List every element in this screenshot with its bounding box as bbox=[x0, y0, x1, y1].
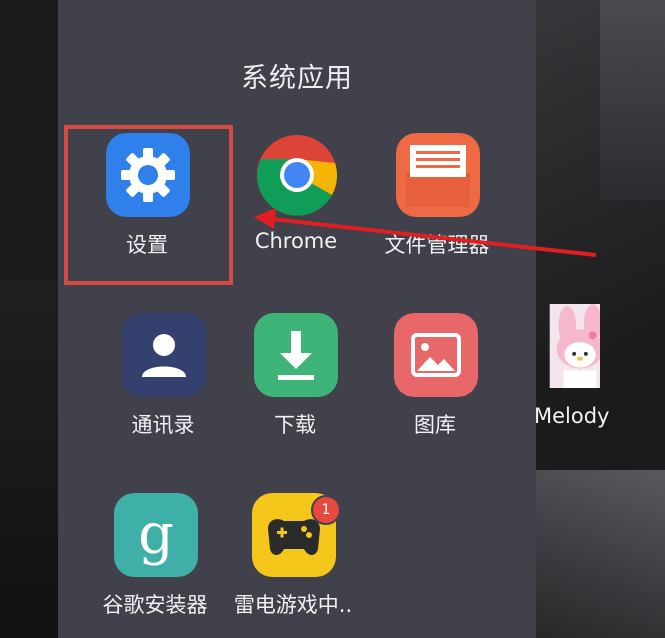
gallery-icon bbox=[394, 313, 478, 397]
file-manager-icon bbox=[396, 133, 480, 217]
desktop-app-label: Melody bbox=[534, 404, 610, 428]
android-desktop: Melody 系统应用 设置 Chrome 文件管理器 通讯录 下载 图库 g … bbox=[0, 0, 665, 638]
my-melody-icon bbox=[538, 304, 600, 390]
app-label: 雷电游戏中.. bbox=[233, 593, 353, 617]
download-icon bbox=[254, 313, 338, 397]
google-installer-icon: g bbox=[114, 493, 198, 577]
app-label: 文件管理器 bbox=[384, 233, 490, 257]
contacts-icon bbox=[122, 313, 206, 397]
chrome-icon bbox=[255, 133, 339, 217]
wallpaper-panel bbox=[0, 280, 60, 638]
app-label: 图库 bbox=[414, 413, 456, 437]
wallpaper-panel bbox=[520, 470, 665, 638]
wallpaper-panel bbox=[600, 0, 665, 200]
notification-badge: 1 bbox=[311, 495, 341, 525]
svg-text:g: g bbox=[138, 502, 174, 567]
folder-title[interactable]: 系统应用 bbox=[58, 56, 536, 95]
highlight-box bbox=[64, 125, 233, 285]
